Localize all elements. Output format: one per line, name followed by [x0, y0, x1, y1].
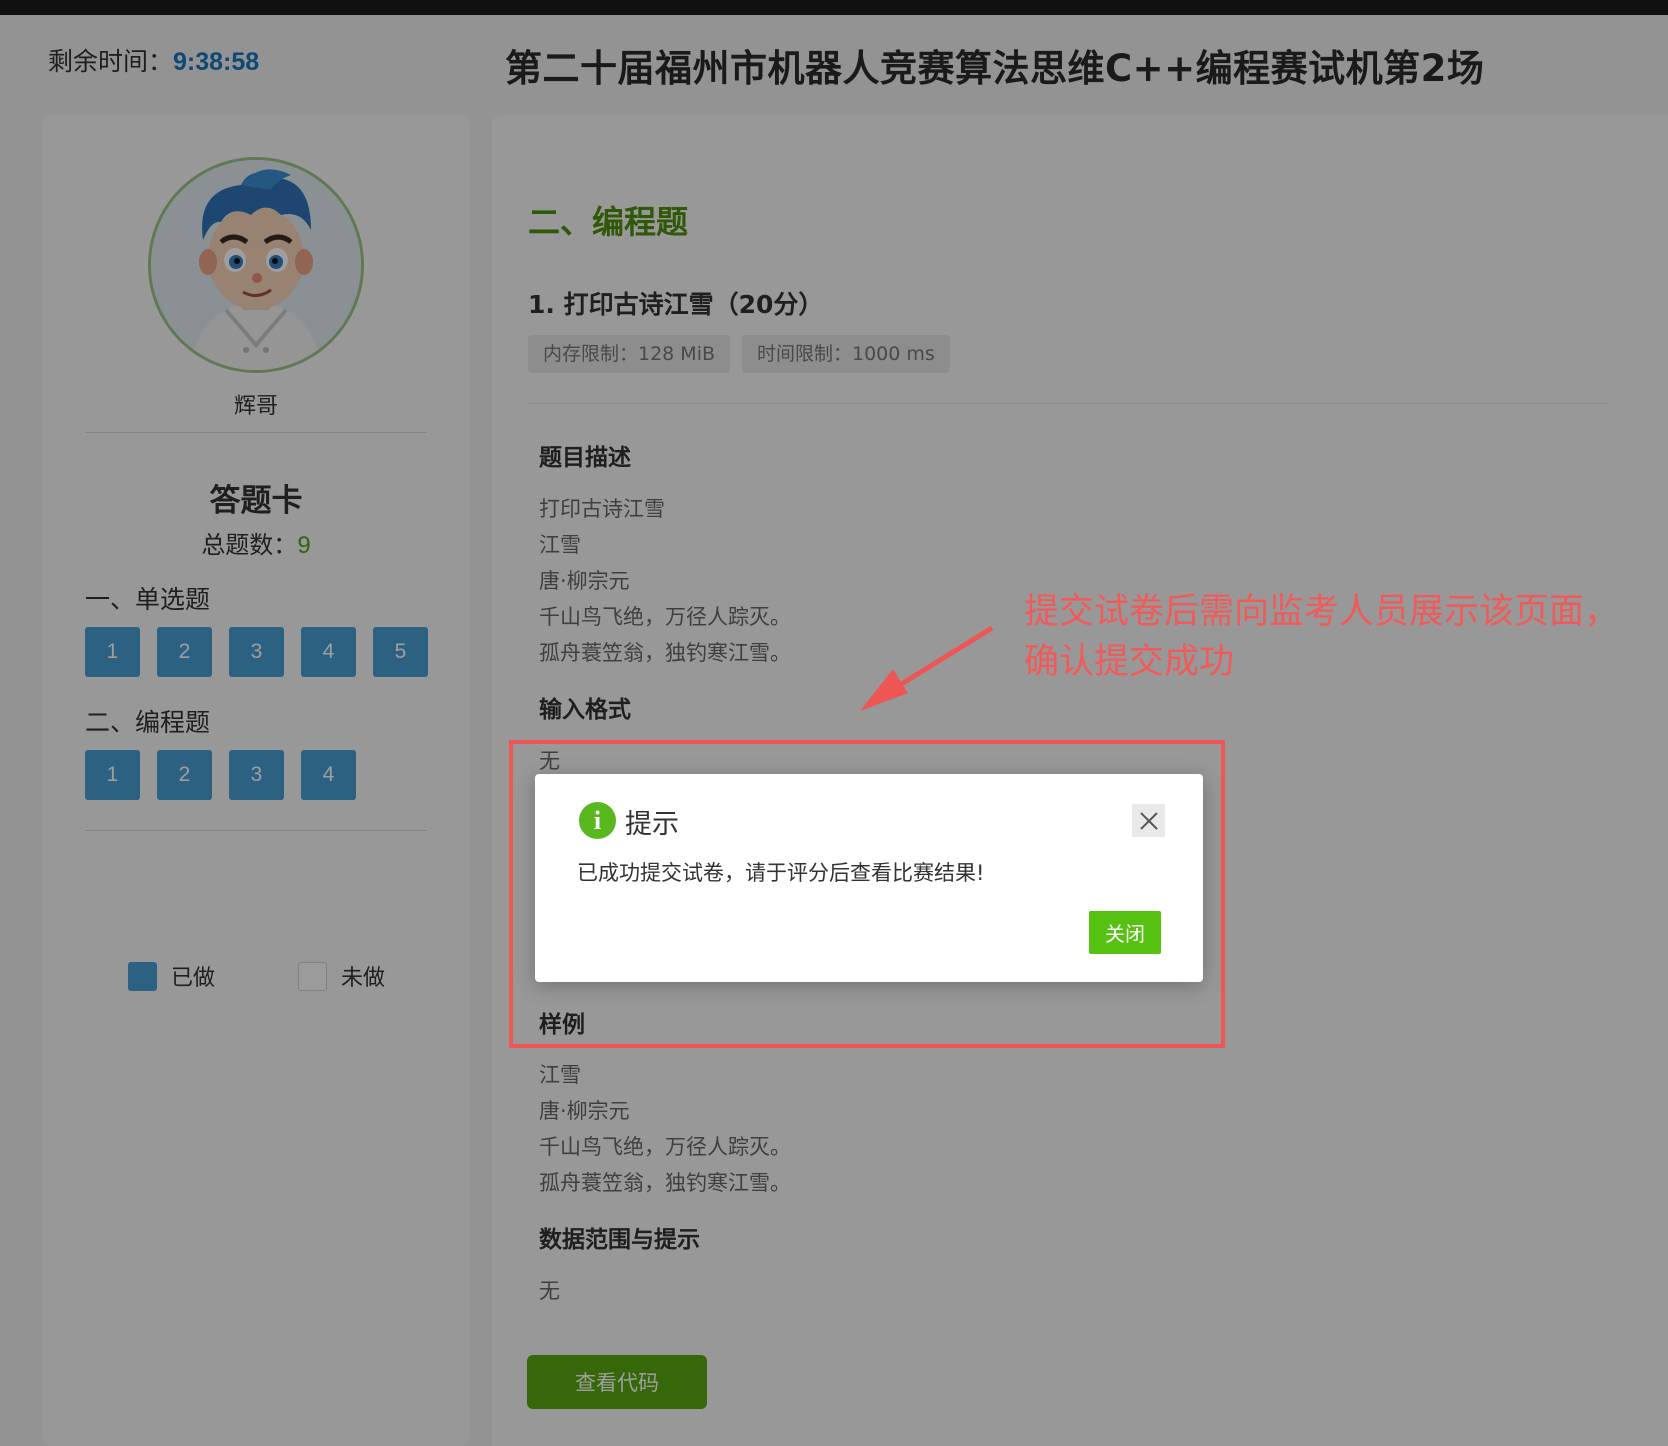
- annotation-line: 提交试卷后需向监考人员展示该页面，: [1024, 592, 1620, 632]
- modal-overlay: [0, 0, 1668, 1446]
- annotation-line: 确认提交成功: [1024, 642, 1235, 682]
- annotation-text: 提交试卷后需向监考人员展示该页面， 确认提交成功: [1024, 587, 1654, 687]
- annotation-highlight-frame: [509, 740, 1225, 1048]
